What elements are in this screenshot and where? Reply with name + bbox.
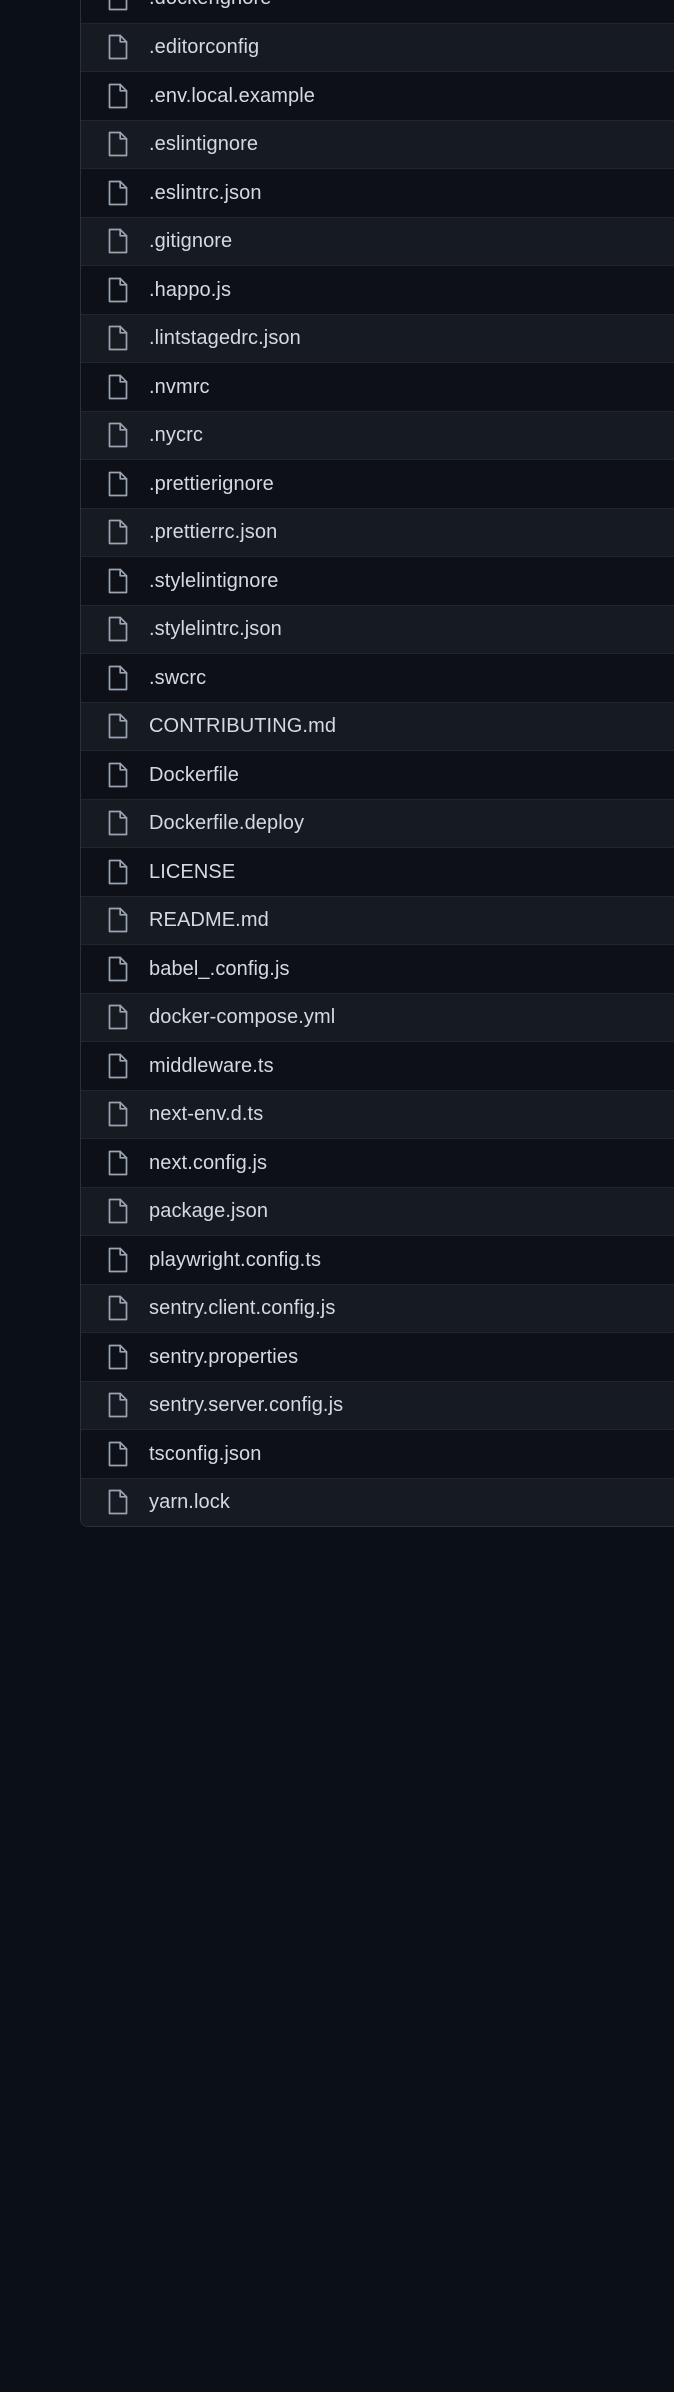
file-name[interactable]: playwright.config.ts — [149, 1247, 321, 1273]
file-name[interactable]: babel_.config.js — [149, 956, 290, 982]
file-row[interactable]: sentry.properties — [81, 1332, 674, 1381]
file-row[interactable]: next.config.js — [81, 1138, 674, 1187]
file-icon — [107, 665, 129, 691]
file-icon — [107, 131, 129, 157]
file-row[interactable]: .lintstagedrc.json — [81, 314, 674, 363]
file-icon — [107, 1150, 129, 1176]
file-name[interactable]: .nvmrc — [149, 374, 210, 400]
file-row[interactable]: playwright.config.ts — [81, 1235, 674, 1284]
file-name[interactable]: docker-compose.yml — [149, 1004, 335, 1030]
file-name[interactable]: .swcrc — [149, 665, 206, 691]
file-name[interactable]: .happo.js — [149, 277, 231, 303]
file-name[interactable]: sentry.properties — [149, 1344, 298, 1370]
file-row[interactable]: sentry.server.config.js — [81, 1381, 674, 1430]
file-name[interactable]: CONTRIBUTING.md — [149, 713, 336, 739]
file-name[interactable]: yarn.lock — [149, 1489, 230, 1515]
file-name[interactable]: sentry.client.config.js — [149, 1295, 335, 1321]
file-name[interactable]: .env.local.example — [149, 83, 315, 109]
file-name[interactable]: .editorconfig — [149, 34, 259, 60]
file-name[interactable]: README.md — [149, 907, 269, 933]
file-name[interactable]: .prettierrc.json — [149, 519, 277, 545]
file-name[interactable]: next.config.js — [149, 1150, 267, 1176]
file-icon — [107, 1441, 129, 1467]
file-name[interactable]: LICENSE — [149, 859, 235, 885]
file-icon — [107, 1392, 129, 1418]
file-icon — [107, 1053, 129, 1079]
file-name[interactable]: .lintstagedrc.json — [149, 325, 301, 351]
file-icon — [107, 1101, 129, 1127]
file-row[interactable]: babel_.config.js — [81, 944, 674, 993]
file-name[interactable]: .eslintrc.json — [149, 180, 262, 206]
file-row[interactable]: .swcrc — [81, 653, 674, 702]
file-name[interactable]: package.json — [149, 1198, 268, 1224]
file-row[interactable]: middleware.ts — [81, 1041, 674, 1090]
file-row[interactable]: Dockerfile.deploy — [81, 799, 674, 848]
file-browser-page: .dockerignore .editorconfig .env.local.exa… — [0, 0, 674, 2392]
file-icon — [107, 180, 129, 206]
file-row[interactable]: .env.local.example — [81, 71, 674, 120]
file-row[interactable]: .prettierignore — [81, 459, 674, 508]
file-name[interactable]: middleware.ts — [149, 1053, 274, 1079]
file-icon — [107, 1295, 129, 1321]
file-row[interactable]: tsconfig.json — [81, 1429, 674, 1478]
file-name[interactable]: Dockerfile — [149, 762, 239, 788]
file-icon — [107, 859, 129, 885]
file-icon — [107, 34, 129, 60]
file-icon — [107, 1344, 129, 1370]
file-name[interactable]: .gitignore — [149, 228, 232, 254]
file-row[interactable]: yarn.lock — [81, 1478, 674, 1527]
file-icon — [107, 228, 129, 254]
file-row[interactable]: .nycrc — [81, 411, 674, 460]
file-row[interactable]: Dockerfile — [81, 750, 674, 799]
file-icon — [107, 519, 129, 545]
file-row[interactable]: .dockerignore — [81, 0, 674, 23]
file-name[interactable]: .eslintignore — [149, 131, 258, 157]
file-name[interactable]: .prettierignore — [149, 471, 274, 497]
file-icon — [107, 568, 129, 594]
page-left-gutter — [0, 0, 80, 2392]
file-icon — [107, 422, 129, 448]
file-icon — [107, 1004, 129, 1030]
file-name[interactable]: tsconfig.json — [149, 1441, 261, 1467]
file-row[interactable]: .happo.js — [81, 265, 674, 314]
file-icon — [107, 277, 129, 303]
file-row[interactable]: CONTRIBUTING.md — [81, 702, 674, 751]
file-name[interactable]: .nycrc — [149, 422, 203, 448]
file-row[interactable]: .nvmrc — [81, 362, 674, 411]
file-icon — [107, 762, 129, 788]
file-list: .dockerignore .editorconfig .env.local.exa… — [80, 0, 674, 1527]
file-icon — [107, 956, 129, 982]
file-icon — [107, 83, 129, 109]
file-row[interactable]: .gitignore — [81, 217, 674, 266]
file-name[interactable]: next-env.d.ts — [149, 1101, 263, 1127]
file-row[interactable]: .editorconfig — [81, 23, 674, 72]
file-name[interactable]: Dockerfile.deploy — [149, 810, 304, 836]
file-row[interactable]: .prettierrc.json — [81, 508, 674, 557]
file-row[interactable]: next-env.d.ts — [81, 1090, 674, 1139]
file-icon — [107, 1198, 129, 1224]
file-icon — [107, 471, 129, 497]
file-name[interactable]: .stylelintignore — [149, 568, 278, 594]
file-icon — [107, 616, 129, 642]
file-row[interactable]: LICENSE — [81, 847, 674, 896]
file-icon — [107, 374, 129, 400]
file-row[interactable]: .stylelintignore — [81, 556, 674, 605]
file-name[interactable]: sentry.server.config.js — [149, 1392, 343, 1418]
file-icon — [107, 907, 129, 933]
file-row[interactable]: README.md — [81, 896, 674, 945]
file-row[interactable]: docker-compose.yml — [81, 993, 674, 1042]
file-icon — [107, 713, 129, 739]
file-icon — [107, 325, 129, 351]
file-row[interactable]: sentry.client.config.js — [81, 1284, 674, 1333]
file-name[interactable]: .stylelintrc.json — [149, 616, 282, 642]
file-icon — [107, 810, 129, 836]
file-icon — [107, 1489, 129, 1515]
file-row[interactable]: .eslintrc.json — [81, 168, 674, 217]
file-row[interactable]: package.json — [81, 1187, 674, 1236]
file-name[interactable]: .dockerignore — [149, 0, 271, 11]
file-icon — [107, 1247, 129, 1273]
file-row[interactable]: .stylelintrc.json — [81, 605, 674, 654]
file-row[interactable]: .eslintignore — [81, 120, 674, 169]
file-icon — [107, 0, 129, 11]
